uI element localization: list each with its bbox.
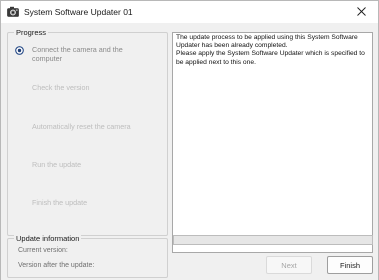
message-line: The update process to be applied using t…: [176, 34, 358, 41]
step-label: Automatically reset the camera: [32, 122, 131, 131]
update-information-title: Update information: [14, 234, 82, 243]
step-check-version: Check the version: [32, 83, 90, 92]
step-run-update: Run the update: [32, 160, 81, 169]
close-icon: [356, 6, 366, 18]
updater-window: System Software Updater 01 Progress Conn…: [0, 0, 379, 280]
message-line: Please apply the System Software Updater…: [176, 50, 365, 58]
progress-group: Progress Connect the camera and the comp…: [7, 28, 168, 236]
window-title: System Software Updater 01: [24, 7, 133, 17]
step-label: Finish the update: [32, 198, 88, 207]
camera-updater-app-icon: [7, 6, 19, 17]
update-information-group: Update information Current version: Vers…: [7, 234, 168, 278]
step-label-line2: computer: [32, 54, 62, 63]
step-reset-camera: Automatically reset the camera: [32, 122, 131, 131]
close-button[interactable]: [344, 1, 378, 23]
progress-group-title: Progress: [14, 28, 49, 37]
after-version-label: Version after the update:: [18, 262, 95, 269]
step-connect-camera: Connect the camera and the computer: [32, 45, 123, 63]
step-label: Run the update: [32, 160, 82, 169]
message-line: be applied next to this one.: [176, 58, 256, 66]
message-line: Updater has been already completed.: [176, 42, 288, 50]
step-label: Check the version: [32, 83, 90, 92]
status-message-box[interactable]: The update process to be applied using t…: [172, 32, 373, 253]
current-step-icon: [15, 46, 24, 55]
current-version-label: Current version:: [18, 247, 68, 254]
dialog-client-area: Progress Connect the camera and the comp…: [1, 23, 378, 280]
finish-button[interactable]: Finish: [327, 256, 373, 274]
update-progress-bar: [173, 235, 373, 245]
step-finish-update: Finish the update: [32, 198, 87, 207]
title-bar[interactable]: System Software Updater 01: [1, 1, 378, 23]
step-label-line1: Connect the camera and the: [32, 45, 123, 54]
next-button[interactable]: Next: [266, 256, 312, 274]
